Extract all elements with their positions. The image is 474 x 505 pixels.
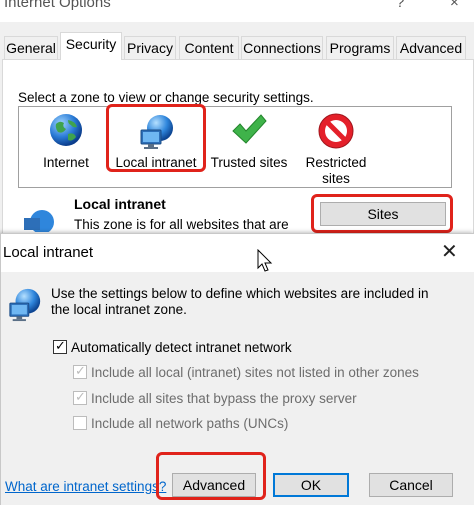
checkmark-icon	[232, 114, 267, 144]
local-intranet-highlight	[106, 104, 206, 172]
no-entry-icon	[318, 113, 354, 149]
checkmark-icon: ✓	[55, 338, 66, 353]
close-icon[interactable]: ×	[450, 0, 459, 11]
sites-highlight	[311, 194, 453, 233]
window-title: Internet Options	[4, 0, 111, 11]
zone-description: This zone is for all websites that are	[74, 217, 289, 232]
tab-security[interactable]: Security	[60, 32, 122, 60]
local-intranet-dialog: Local intranet ✕ Use the settings below …	[0, 233, 474, 505]
zone-label-internet: Internet	[43, 155, 89, 170]
dialog-title: Local intranet	[3, 244, 94, 261]
include-local-checkbox: ✓	[73, 363, 87, 379]
intranet-icon	[24, 210, 54, 232]
close-icon[interactable]: ✕	[441, 239, 458, 264]
zone-internet[interactable]: Internet	[34, 112, 98, 176]
dialog-intro: Use the settings below to define which w…	[51, 286, 429, 317]
intranet-settings-help-link[interactable]: What are intranet settings?	[5, 479, 166, 494]
ok-button[interactable]: OK	[273, 473, 349, 497]
tab-strip: General Security Privacy Content Connect…	[0, 30, 474, 60]
tab-advanced[interactable]: Advanced	[396, 36, 466, 59]
zone-restricted-sites[interactable]: Restricted sites	[300, 112, 372, 188]
intranet-icon	[9, 288, 41, 322]
tab-general[interactable]: General	[4, 36, 58, 59]
checkmark-icon: ✓	[75, 363, 86, 378]
include-proxy-bypass-checkbox: ✓	[73, 389, 87, 405]
auto-detect-checkbox[interactable]: ✓	[53, 338, 67, 354]
mouse-cursor-icon	[257, 249, 273, 272]
include-unc-checkbox	[73, 416, 87, 430]
tab-programs[interactable]: Programs	[326, 36, 394, 59]
internet-options-titlebar: Internet Options ? ×	[0, 0, 474, 22]
help-icon[interactable]: ?	[396, 0, 404, 11]
zone-prompt: Select a zone to view or change security…	[18, 90, 314, 105]
include-proxy-bypass-label: Include all sites that bypass the proxy …	[91, 391, 357, 406]
include-unc-label: Include all network paths (UNCs)	[91, 416, 289, 431]
cancel-button[interactable]: Cancel	[369, 473, 453, 497]
zone-label-restricted-line1: Restricted	[305, 155, 367, 170]
tab-content[interactable]: Content	[179, 36, 239, 59]
zone-label-restricted-line2: sites	[322, 171, 350, 186]
advanced-highlight	[156, 452, 266, 500]
checkmark-icon: ✓	[75, 389, 86, 404]
globe-icon	[50, 114, 82, 146]
zone-trusted-sites[interactable]: Trusted sites	[208, 112, 290, 176]
zone-heading: Local intranet	[74, 196, 166, 212]
tab-privacy[interactable]: Privacy	[124, 36, 176, 59]
auto-detect-label: Automatically detect intranet network	[71, 340, 292, 355]
dialog-titlebar: Local intranet ✕	[1, 234, 474, 272]
include-local-label: Include all local (intranet) sites not l…	[91, 365, 419, 380]
zone-label-trusted-sites: Trusted sites	[210, 155, 288, 170]
tab-connections[interactable]: Connections	[241, 36, 323, 59]
